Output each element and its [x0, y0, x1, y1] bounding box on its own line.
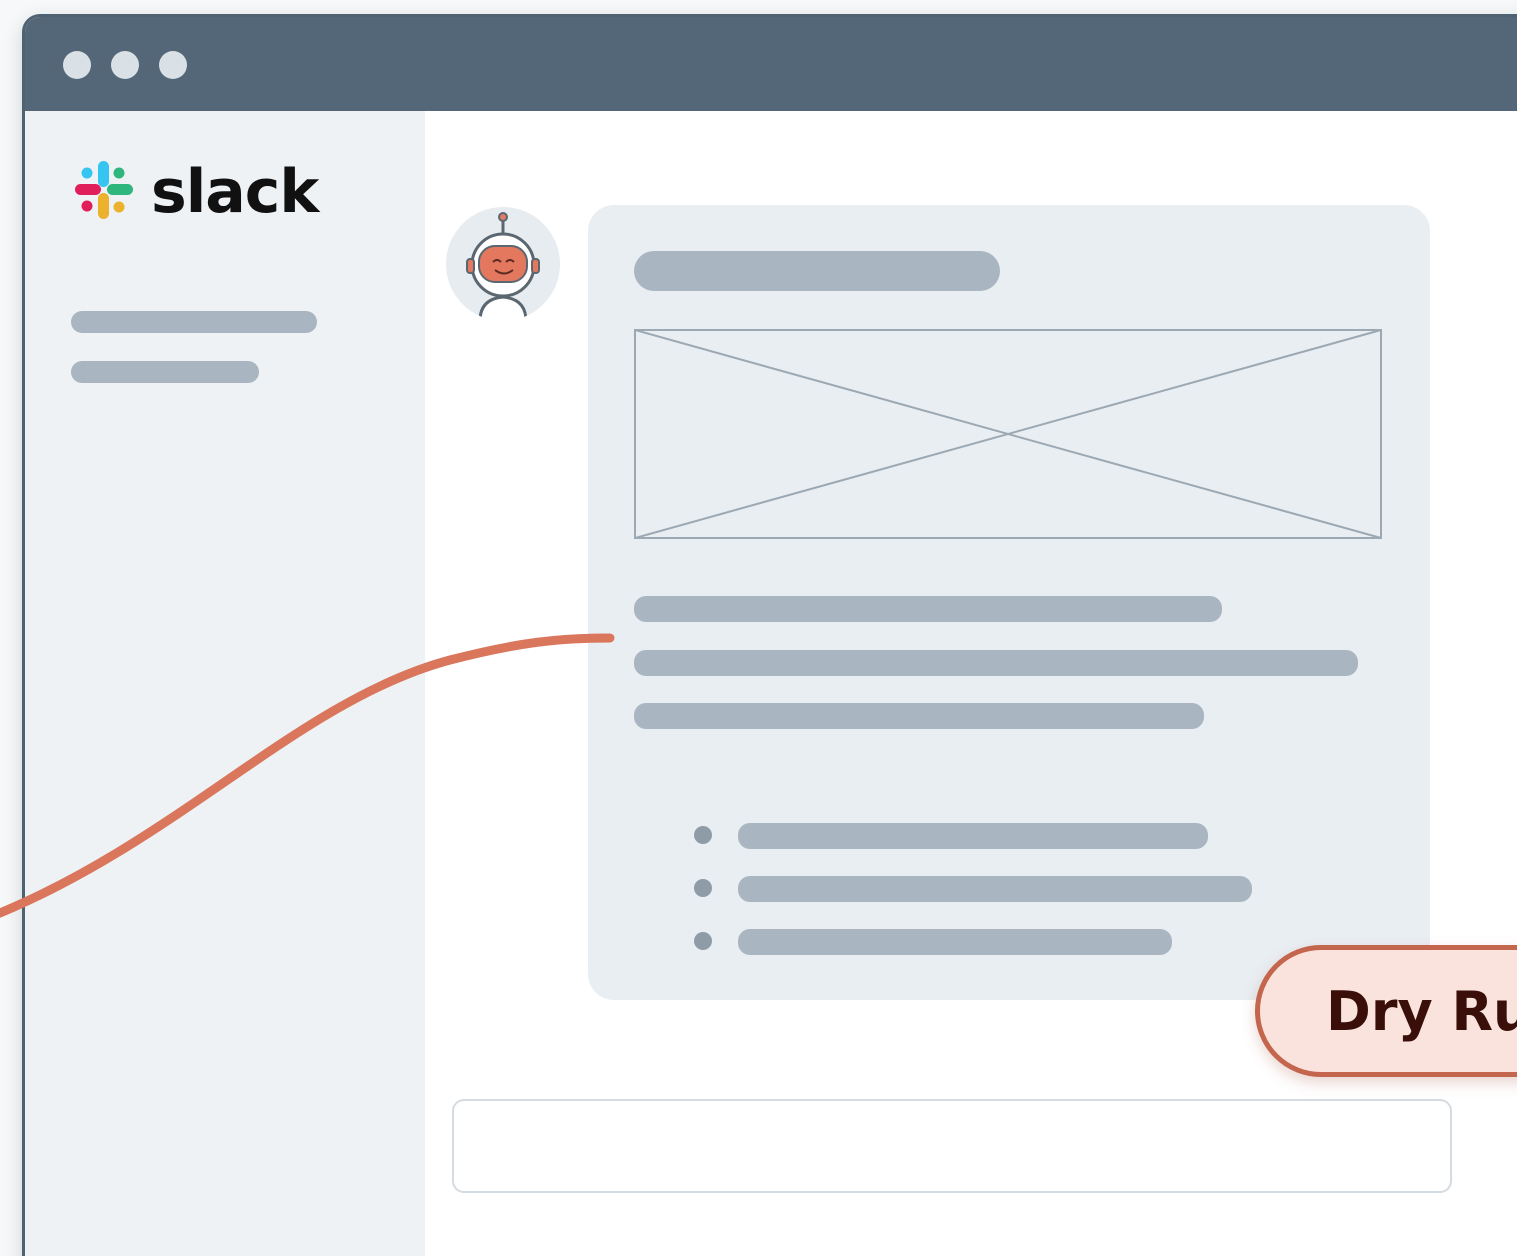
message-text-line — [634, 703, 1204, 729]
screenshot-stage: slack Dry Ru — [0, 0, 1517, 1256]
dry-run-button[interactable]: Dry Ru — [1255, 945, 1517, 1077]
window-maximize-control[interactable] — [159, 51, 187, 79]
message-card — [588, 205, 1430, 1000]
window-minimize-control[interactable] — [111, 51, 139, 79]
bullet-dot — [694, 879, 712, 897]
sidebar-item-placeholder[interactable] — [71, 361, 259, 383]
message-title-placeholder — [634, 251, 1000, 291]
robot-avatar-icon — [446, 207, 560, 321]
bullet-dot — [694, 932, 712, 950]
sidebar: slack — [25, 111, 425, 1256]
window-titlebar — [25, 17, 1517, 111]
bullet-text-line — [738, 876, 1252, 902]
bullet-dot — [694, 826, 712, 844]
window-close-control[interactable] — [63, 51, 91, 79]
dry-run-label: Dry Ru — [1326, 979, 1517, 1043]
image-placeholder-icon — [634, 329, 1382, 539]
message-text-line — [634, 650, 1358, 676]
message-text-line — [634, 596, 1222, 622]
bullet-text-line — [738, 823, 1208, 849]
brand-logo[interactable]: slack — [71, 157, 319, 227]
brand-name: slack — [151, 157, 319, 227]
sidebar-item-placeholder[interactable] — [71, 311, 317, 333]
slack-logo-icon — [71, 157, 137, 227]
bullet-text-line — [738, 929, 1172, 955]
message-composer-input[interactable] — [452, 1099, 1452, 1193]
